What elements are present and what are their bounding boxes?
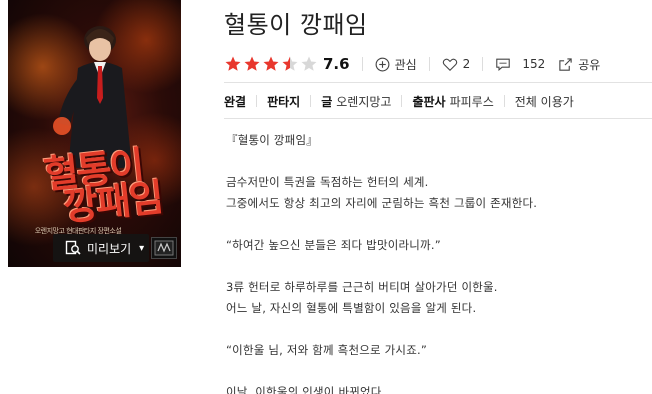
genre-link[interactable]: 판타지	[267, 93, 300, 110]
bookmark-label: 관심	[394, 57, 417, 72]
description-paragraph: 금수저만이 특권을 독점하는 헌터의 세계. 그중에서도 항상 최고의 자리에 …	[226, 172, 646, 214]
meta-row: 7.6 관심 2 152 공유	[224, 53, 600, 75]
age-rating: 전체 이용가	[514, 94, 574, 109]
heart-icon	[442, 58, 457, 71]
description-paragraph: 『혈통이 깡패임』	[226, 133, 318, 147]
description-paragraph: 이날, 이한울의 인생이 바뀌었다.	[226, 385, 386, 394]
divider	[551, 57, 552, 71]
plus-circle-icon	[375, 57, 390, 71]
star-full-icon	[225, 56, 241, 71]
divider-horizontal	[224, 82, 652, 83]
description-line: 금수저만이 특권을 독점하는 헌터의 세계.	[226, 175, 429, 189]
star-half-icon	[282, 56, 298, 71]
share-button[interactable]: 공유	[558, 56, 600, 73]
cover-title-art: 혈통이 깡패임	[17, 142, 174, 231]
share-label: 공유	[578, 57, 601, 72]
comment-count: 152	[522, 57, 546, 71]
star-full-icon	[263, 56, 279, 71]
star-empty-icon	[301, 56, 317, 71]
star-full-icon	[244, 56, 260, 71]
description-paragraph: 3류 헌터로 하루하루를 근근히 버티며 살아가던 이한울. 어느 날, 자신의…	[226, 277, 646, 319]
description-line: 어느 날, 자신의 혈통에 특별함이 있음을 알게 된다.	[226, 301, 477, 315]
chevron-down-icon: ▾	[139, 242, 145, 254]
magnifier-book-icon	[65, 240, 81, 255]
comment-icon	[496, 58, 511, 71]
like-button[interactable]: 2	[442, 57, 471, 72]
divider-horizontal	[224, 118, 652, 119]
divider	[310, 95, 312, 107]
preview-label: 미리보기	[87, 241, 132, 256]
publisher-link[interactable]: 파피루스	[450, 93, 494, 110]
description-line: 그중에서도 항상 최고의 자리에 군림하는 흑천 그룹이 존재한다.	[226, 196, 538, 210]
like-count: 2	[462, 57, 471, 71]
divider	[256, 95, 258, 107]
logo-icon	[154, 240, 174, 256]
divider	[428, 57, 430, 71]
publisher-logo	[151, 237, 177, 259]
share-icon	[559, 57, 572, 71]
comment-button[interactable]: 152	[495, 57, 545, 72]
publisher-label: 출판사	[412, 94, 446, 109]
rating-score: 7.6	[323, 55, 350, 73]
divider	[401, 95, 403, 107]
preview-button[interactable]: 미리보기 ▾	[53, 234, 149, 262]
book-info-row: 완결 판타지 글 오렌지망고 출판사 파피루스 전체 이용가	[224, 92, 574, 110]
description-paragraph: “하여간 높으신 분들은 죄다 밥맛이라니까.”	[226, 238, 441, 252]
book-description: 『혈통이 깡패임』 금수저만이 특권을 독점하는 헌터의 세계. 그중에서도 항…	[226, 130, 646, 394]
divider	[361, 57, 363, 71]
status-badge: 완결	[224, 94, 247, 109]
description-line: 3류 헌터로 하루하루를 근근히 버티며 살아가던 이한울.	[226, 280, 498, 294]
author-label: 글	[321, 94, 333, 109]
book-title: 혈통이 깡패임	[224, 11, 368, 39]
divider	[482, 57, 484, 71]
description-paragraph: “이한울 님, 저와 함께 흑천으로 가시죠.”	[226, 343, 428, 357]
bookmark-button[interactable]: 관심	[375, 56, 417, 73]
book-cover[interactable]: 혈통이 깡패임 오렌지망고 현대판타지 장편소설 미리보기 ▾	[8, 0, 181, 267]
divider	[503, 95, 505, 107]
author-link[interactable]: 오렌지망고	[336, 93, 391, 110]
rating-stars	[224, 55, 319, 73]
